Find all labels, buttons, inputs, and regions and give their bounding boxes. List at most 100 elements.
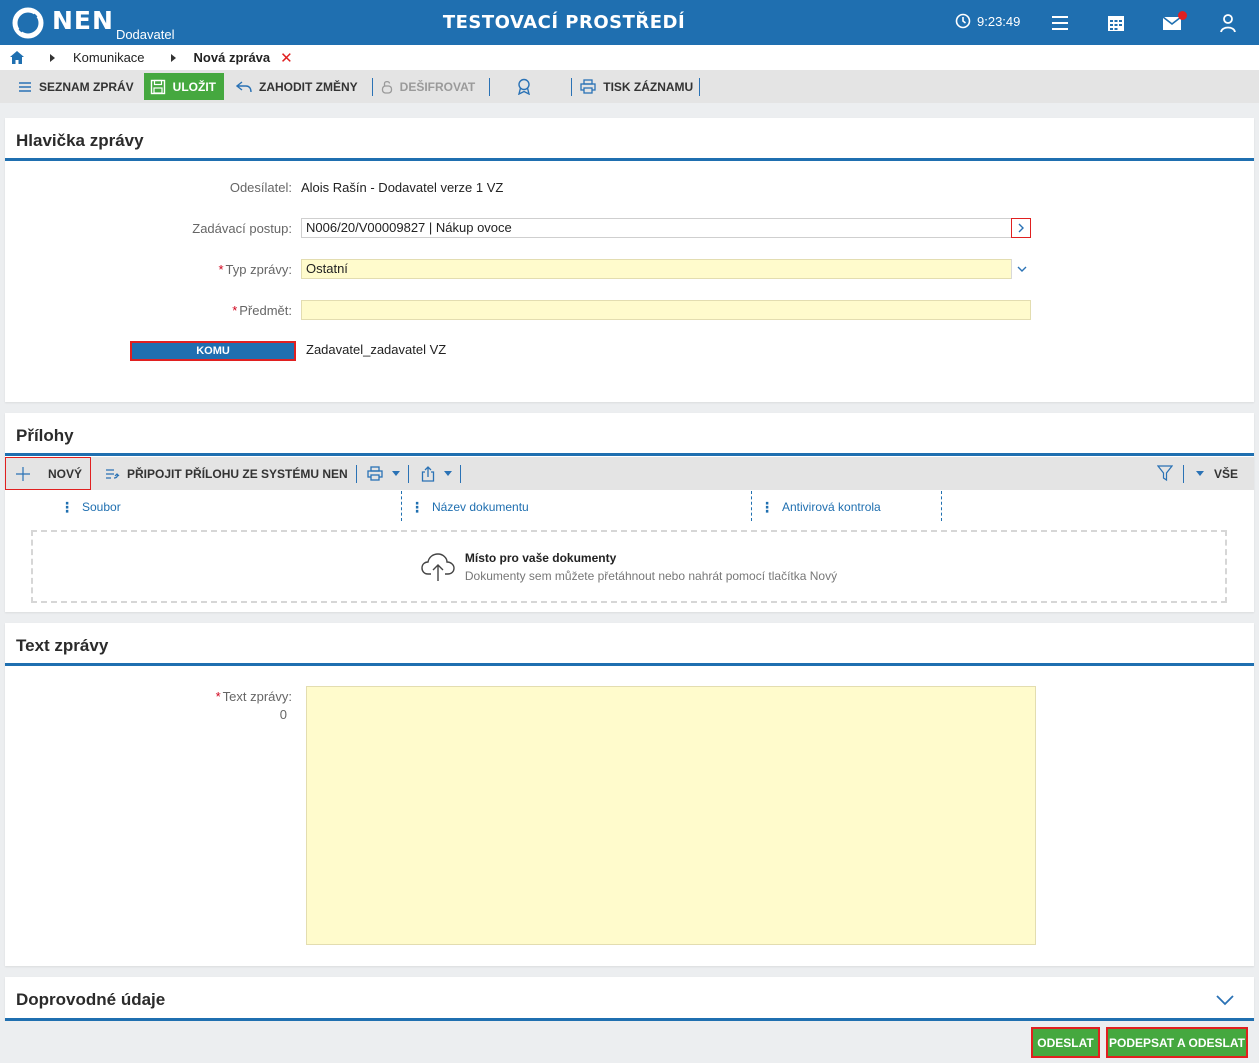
print-record-button[interactable]: TISK ZÁZNAMU: [580, 73, 699, 100]
procedure-field[interactable]: N006/20/V00009827 | Nákup ovoce: [301, 218, 1031, 238]
lock-icon: [381, 80, 392, 94]
attach-from-system-button[interactable]: PŘIPOJIT PŘÍLOHU ZE SYSTÉMU NEN: [105, 467, 348, 481]
message-text-label-block: * Text zprávy: 0: [5, 689, 301, 722]
column-divider: [751, 491, 752, 521]
chevron-right-icon: [1018, 223, 1024, 233]
floppy-icon: [150, 79, 165, 94]
export-menu-button[interactable]: [421, 465, 452, 482]
toolbar-separator: [371, 77, 373, 96]
accompanying-data-card: Doprovodné údaje: [5, 977, 1254, 1021]
attachments-toolbar: NOVÝ PŘIPOJIT PŘÍLOHU ZE SYSTÉMU NEN VŠE: [5, 457, 1254, 490]
sender-label: Odesílatel:: [229, 180, 292, 195]
menu-icon[interactable]: [1049, 12, 1071, 34]
procedure-row: Zadávací postup: N006/20/V00009827 | Nák…: [5, 218, 1031, 238]
toolbar-separator: [459, 464, 461, 483]
new-attachment-button[interactable]: NOVÝ: [5, 457, 92, 490]
dropzone-text: Místo pro vaše dokumenty Dokumenty sem m…: [465, 551, 837, 583]
column-header-document-name[interactable]: ⋮ Název dokumentu: [410, 493, 529, 521]
message-type-dropdown-button[interactable]: [1011, 259, 1031, 279]
footer-bar: ODESLAT PODEPSAT A ODESLAT: [0, 1021, 1259, 1063]
close-tab-icon[interactable]: ✕: [280, 49, 293, 67]
attachments-card: Přílohy NOVÝ PŘIPOJIT PŘÍLOHU ZE SYSTÉMU…: [5, 413, 1254, 612]
attach-list-icon: [106, 468, 120, 479]
message-text-card: Text zprávy * Text zprávy: 0: [5, 623, 1254, 966]
message-header-card: Hlavička zprávy Odesílatel: Alois Rašín …: [5, 118, 1254, 402]
home-icon[interactable]: [10, 51, 24, 64]
dropzone-title: Místo pro vaše dokumenty: [464, 550, 617, 565]
print-menu-button[interactable]: [367, 466, 400, 481]
toolbar-separator: [355, 464, 357, 483]
breadcrumb: Komunikace Nová zpráva ✕: [0, 45, 1259, 70]
message-type-select[interactable]: Ostatní: [301, 259, 1031, 279]
column-menu-icon[interactable]: ⋮: [410, 499, 424, 516]
user-icon[interactable]: [1217, 12, 1239, 34]
message-text-area[interactable]: [306, 686, 1036, 945]
caret-down-icon: [443, 471, 452, 476]
attachment-dropzone[interactable]: Místo pro vaše dokumenty Dokumenty sem m…: [31, 530, 1227, 603]
column-header-file[interactable]: ⋮ Soubor: [60, 493, 121, 521]
send-button[interactable]: ODESLAT: [1031, 1027, 1100, 1058]
breadcrumb-item-komunikace[interactable]: Komunikace: [73, 50, 145, 65]
recipient-button[interactable]: KOMU: [130, 341, 296, 361]
save-label: ULOŽIT: [172, 79, 216, 94]
breadcrumb-current: Nová zpráva: [193, 50, 271, 65]
message-list-button[interactable]: SEZNAM ZPRÁV: [18, 73, 140, 100]
recipient-row: Zadavatel_zadavatel VZ: [306, 342, 446, 357]
share-icon: [421, 465, 434, 482]
plus-icon: [16, 466, 30, 481]
chevron-down-icon[interactable]: [1216, 995, 1234, 1006]
message-type-row: * Typ zprávy: Ostatní: [5, 259, 1031, 279]
procedure-value: N006/20/V00009827 | Nákup ovoce: [306, 220, 512, 235]
filter-all-label: VŠE: [1213, 466, 1238, 481]
column-menu-icon[interactable]: ⋮: [60, 499, 74, 516]
column-header-antivirus[interactable]: ⋮ Antivirová kontrola: [760, 493, 881, 521]
discard-changes-label: ZAHODIT ZMĚNY: [259, 79, 358, 94]
save-button[interactable]: ULOŽIT: [143, 73, 224, 100]
column-menu-icon[interactable]: ⋮: [760, 499, 774, 516]
required-mark: *: [215, 689, 221, 704]
subject-input[interactable]: [301, 300, 1031, 320]
breadcrumb-arrow-icon: [50, 53, 55, 62]
message-list-label: SEZNAM ZPRÁV: [39, 79, 134, 94]
new-attachment-label: NOVÝ: [48, 466, 83, 481]
subject-row: * Předmět:: [5, 300, 1031, 320]
procedure-open-button[interactable]: [1011, 218, 1031, 238]
procedure-label: Zadávací postup:: [192, 220, 292, 236]
printer-icon: [580, 79, 596, 94]
session-clock: 9:23:49: [955, 13, 1020, 29]
filter-icon[interactable]: [1156, 465, 1173, 482]
character-count: 0: [279, 707, 287, 722]
dropzone-subtitle: Dokumenty sem můžete přetáhnout nebo nah…: [464, 568, 838, 583]
list-icon: [19, 81, 31, 92]
required-mark: *: [218, 261, 224, 277]
calendar-icon[interactable]: [1105, 12, 1127, 34]
message-type-label: * Typ zprávy:: [218, 261, 292, 277]
message-type-value: Ostatní: [306, 261, 348, 276]
sign-and-send-button[interactable]: PODEPSAT A ODESLAT: [1106, 1027, 1248, 1058]
top-bar: NEN Dodavatel TESTOVACÍ PROSTŘEDÍ 9:23:4…: [0, 0, 1259, 45]
attach-from-system-label: PŘIPOJIT PŘÍLOHU ZE SYSTÉMU NEN: [127, 466, 348, 481]
decrypt-button[interactable]: DEŠIFROVAT: [381, 73, 482, 100]
cloud-upload-icon: [421, 552, 455, 581]
breadcrumb-arrow-icon: [170, 53, 176, 62]
accompanying-data-title[interactable]: Doprovodné údaje: [5, 977, 1254, 1021]
filter-all-button[interactable]: VŠE: [1195, 466, 1238, 481]
sender-row: Odesílatel: Alois Rašín - Dodavatel verz…: [5, 180, 503, 195]
subject-label: * Předmět:: [232, 302, 292, 318]
caret-down-icon: [391, 471, 400, 476]
toolbar-separator: [407, 464, 409, 483]
column-divider: [941, 491, 942, 521]
discard-changes-button[interactable]: ZAHODIT ZMĚNY: [236, 73, 364, 100]
main-toolbar: SEZNAM ZPRÁV ULOŽIT ZAHODIT ZMĚNY DEŠIFR…: [0, 70, 1259, 103]
clock-icon: [955, 13, 971, 29]
recipient-value: Zadavatel_zadavatel VZ: [306, 342, 447, 357]
message-text-title: Text zprávy: [5, 623, 1254, 666]
toolbar-separator: [699, 77, 701, 96]
caret-down-icon: [1195, 471, 1204, 476]
certificate-button[interactable]: [516, 73, 545, 100]
undo-icon: [236, 80, 252, 92]
clock-time: 9:23:49: [977, 13, 1021, 29]
toolbar-separator: [1182, 464, 1184, 483]
column-divider: [401, 491, 402, 521]
notification-badge: [1178, 11, 1187, 20]
